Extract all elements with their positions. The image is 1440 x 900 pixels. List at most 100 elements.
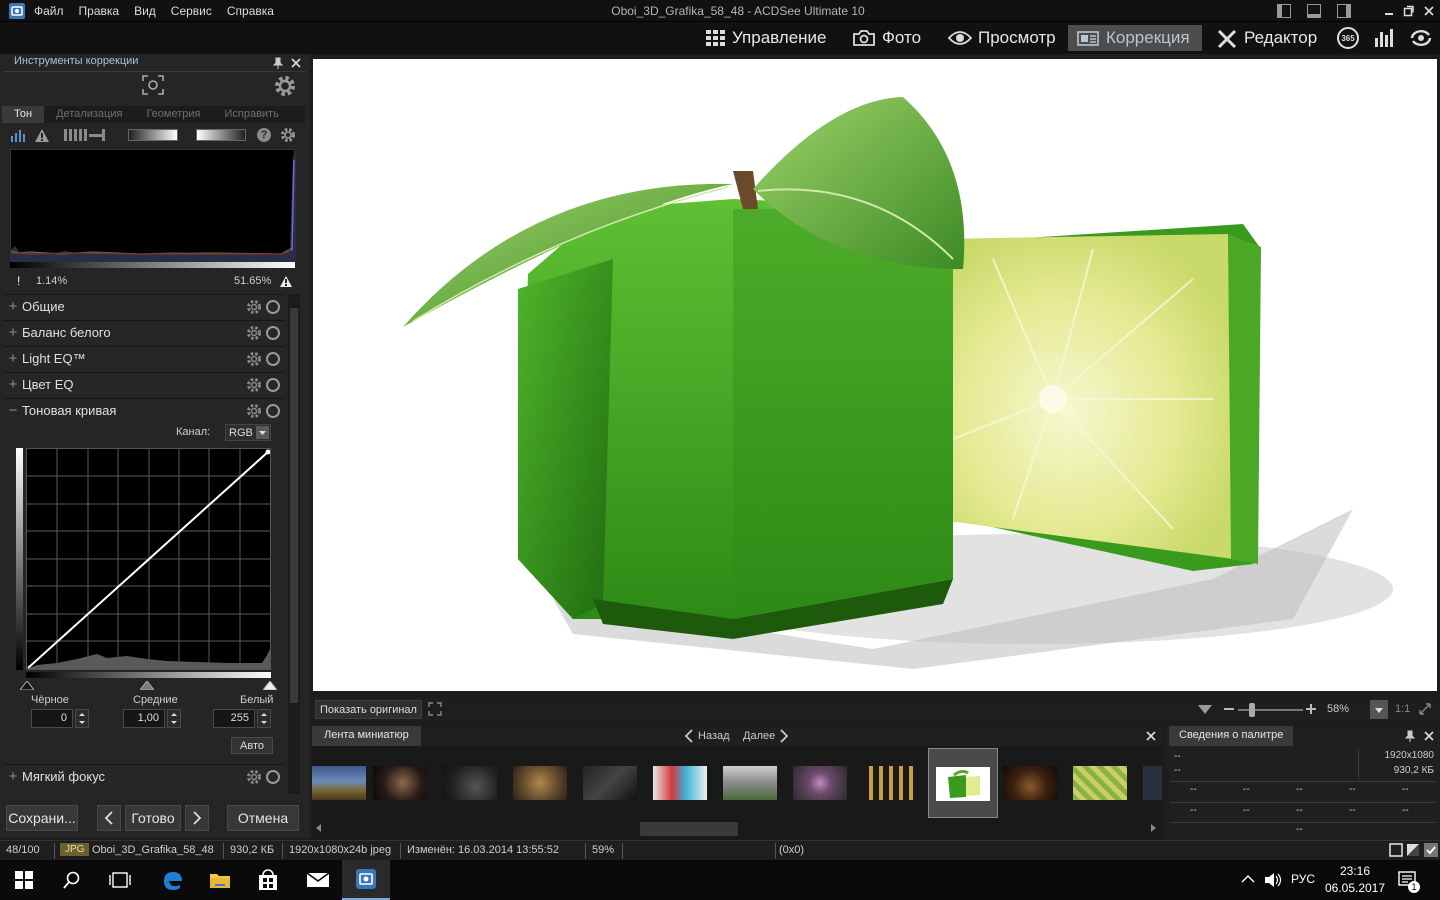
clock-date[interactable]: 06.05.2017 — [1322, 881, 1388, 895]
tab-detail[interactable]: Детализация — [44, 106, 134, 123]
panel-scrollbar-thumb[interactable] — [290, 308, 298, 703]
section-toggle-icon[interactable] — [266, 300, 280, 314]
refresh-icon[interactable] — [1409, 28, 1433, 48]
thumbnail[interactable] — [583, 766, 637, 800]
white-stepper-icon[interactable] — [257, 709, 271, 728]
expand-plus-icon[interactable]: + — [4, 768, 22, 785]
thumbnail[interactable] — [443, 766, 497, 800]
language-indicator[interactable]: РУС — [1291, 872, 1315, 886]
prev-button[interactable] — [97, 805, 121, 831]
thumbnail[interactable] — [1143, 766, 1162, 800]
expand-plus-icon[interactable]: + — [4, 376, 22, 393]
black-point-handle[interactable] — [20, 681, 34, 690]
zoom-dropdown-icon[interactable] — [1198, 705, 1212, 715]
section-gear-icon[interactable] — [246, 377, 262, 393]
next-chevron-icon[interactable] — [779, 729, 789, 743]
restore-icon[interactable] — [1403, 4, 1415, 18]
save-button[interactable]: Сохрани... — [6, 805, 78, 831]
minimize-icon[interactable] — [1383, 4, 1395, 18]
mid-stepper-icon[interactable] — [167, 709, 181, 728]
scroll-right-icon[interactable] — [1150, 824, 1156, 832]
panel-scrollbar[interactable] — [288, 294, 300, 794]
section-general[interactable]: + Общие — [4, 294, 284, 318]
channel-select[interactable]: RGB — [225, 424, 271, 441]
volume-icon[interactable] — [1264, 872, 1282, 888]
thumbnail[interactable] — [1003, 766, 1057, 800]
tab-repair[interactable]: Исправить — [212, 106, 290, 123]
thumbnail[interactable] — [513, 766, 567, 800]
palette-close-icon[interactable] — [1424, 730, 1434, 742]
filmstrip-tab[interactable]: Лента миниатюр — [312, 726, 421, 746]
zoom-slider-thumb[interactable] — [1249, 703, 1255, 717]
channel-bars-icon[interactable] — [64, 129, 106, 141]
white-point-handle[interactable] — [263, 681, 277, 690]
gear-icon[interactable] — [273, 74, 297, 98]
pin-icon[interactable] — [273, 57, 283, 69]
mode-view[interactable]: Просмотр — [940, 25, 1064, 51]
thumbnail[interactable] — [373, 766, 427, 800]
actual-size-button[interactable]: 1:1 — [1395, 703, 1410, 715]
fit-screen-icon[interactable] — [428, 702, 442, 716]
thumbnail[interactable] — [863, 766, 917, 800]
gradient-high-slider[interactable] — [196, 129, 246, 141]
done-button[interactable]: Готово — [125, 805, 181, 831]
cancel-button[interactable]: Отмена — [227, 805, 299, 831]
mail-icon[interactable] — [294, 860, 342, 900]
palette-tab[interactable]: Сведения о палитре — [1169, 726, 1294, 746]
view-split-icon[interactable] — [1406, 843, 1420, 857]
collapse-minus-icon[interactable]: − — [4, 402, 22, 419]
windows-icon[interactable] — [0, 860, 48, 900]
filmstrip-scrollbar-thumb[interactable] — [640, 822, 738, 836]
store-icon[interactable] — [244, 860, 292, 900]
section-white-balance[interactable]: + Баланс белого — [4, 320, 284, 344]
task-view-icon[interactable] — [96, 860, 144, 900]
mode-develop[interactable]: Коррекция — [1068, 25, 1202, 51]
thumbnail[interactable] — [312, 766, 366, 800]
mode-manage[interactable]: Управление — [698, 25, 835, 51]
show-original-button[interactable]: Показать оригинал — [315, 700, 422, 719]
zoom-in-icon[interactable] — [1305, 702, 1317, 716]
edge-icon[interactable] — [148, 860, 196, 900]
next-link[interactable]: Далее — [743, 730, 775, 742]
warning-icon[interactable] — [34, 128, 50, 142]
layout-left-icon[interactable] — [1277, 4, 1291, 18]
layout-right-icon[interactable] — [1337, 4, 1351, 18]
expand-plus-icon[interactable]: + — [4, 298, 22, 315]
section-gear-icon[interactable] — [246, 769, 262, 785]
thumbnail[interactable] — [1073, 766, 1127, 800]
tone-curve-graph[interactable] — [26, 448, 271, 670]
view-square-icon[interactable] — [1389, 843, 1403, 857]
section-color-eq[interactable]: + Цвет EQ — [4, 372, 284, 396]
image-viewer[interactable] — [313, 59, 1437, 691]
section-tone-curve[interactable]: − Тоновая кривая — [4, 398, 284, 422]
thumbnail[interactable] — [723, 766, 777, 800]
filmstrip-close-icon[interactable] — [1146, 730, 1156, 742]
zoom-slider[interactable] — [1238, 703, 1303, 717]
close-icon[interactable] — [291, 57, 301, 69]
back-link[interactable]: Назад — [698, 730, 730, 742]
folder-icon[interactable] — [196, 860, 244, 900]
fullscreen-focus-icon[interactable] — [141, 74, 165, 96]
thumbnail[interactable] — [653, 766, 707, 800]
black-value-input[interactable]: 0 — [31, 709, 73, 728]
section-toggle-icon[interactable] — [266, 770, 280, 784]
layout-bottom-icon[interactable] — [1307, 4, 1321, 18]
mode-photo[interactable]: Фото — [844, 25, 929, 51]
section-gear-icon[interactable] — [246, 299, 262, 315]
histogram-settings-gear-icon[interactable] — [280, 127, 296, 143]
expand-plus-icon[interactable]: + — [4, 350, 22, 367]
close-window-icon[interactable] — [1423, 4, 1435, 18]
acdsee-icon[interactable] — [342, 860, 390, 900]
next-button[interactable] — [185, 805, 209, 831]
back-chevron-icon[interactable] — [684, 729, 694, 743]
section-toggle-icon[interactable] — [266, 404, 280, 418]
thumbnail-selected[interactable] — [928, 748, 998, 818]
tray-chevron-up-icon[interactable] — [1241, 874, 1255, 884]
help-icon[interactable]: ? — [257, 128, 271, 142]
scroll-left-icon[interactable] — [316, 824, 322, 832]
black-stepper-icon[interactable] — [75, 709, 89, 728]
zoom-out-icon[interactable] — [1223, 702, 1235, 716]
zoom-select-chevron-icon[interactable] — [1370, 700, 1388, 719]
section-toggle-icon[interactable] — [266, 326, 280, 340]
section-gear-icon[interactable] — [246, 403, 262, 419]
